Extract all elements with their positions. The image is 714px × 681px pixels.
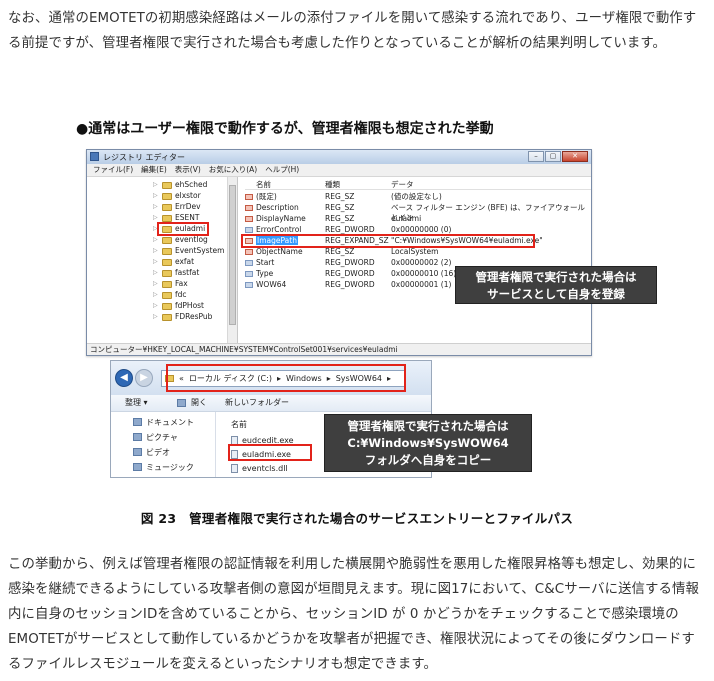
registry-tree: ▷ ehSched ▷ elxstor ▷ ErrDev ▷ ESENT ▷ euladm… (87, 177, 238, 344)
menu-favorites[interactable]: お気に入り(A) (209, 164, 257, 176)
forward-arrow-icon[interactable]: ▶ (135, 369, 153, 387)
binary-value-icon (245, 260, 253, 266)
status-bar: コンピューター¥HKEY_LOCAL_MACHINE¥SYSTEM¥Contro… (87, 343, 591, 355)
section-subheading: ●通常はユーザー権限で動作するが、管理者権限も想定された挙動 (76, 121, 494, 137)
intro-paragraph: なお、通常のEMOTETの初期感染経路はメールの添付ファイルを開いて感染する流れ… (8, 11, 697, 51)
file-highlight-box (228, 444, 312, 461)
pictures-icon (133, 433, 142, 441)
menu-edit[interactable]: 編集(E) (141, 164, 167, 176)
title-bar: レジストリ エディター – ▢ ✕ (87, 150, 591, 165)
callout-text: 管理者権限で実行された場合は (347, 419, 509, 433)
tree-item[interactable]: ▷ Fax (153, 279, 188, 289)
address-highlight-box (166, 364, 406, 392)
values-pane: 名前 種類 データ (既定) REG_SZ (値の設定なし) Description… (241, 177, 591, 344)
figure-caption: 図 23 管理者権限で実行された場合のサービスエントリーとファイルパス (140, 511, 574, 526)
back-arrow-icon[interactable]: ◀ (115, 369, 133, 387)
service-callout: 管理者権限で実行された場合は サービスとして自身を登録 (455, 266, 657, 304)
folder-icon (162, 313, 172, 321)
column-header-name[interactable]: 名前 (231, 418, 247, 430)
open-button[interactable]: 開く (191, 395, 207, 411)
binary-value-icon (245, 282, 253, 288)
window-title: レジストリ エディター (103, 153, 185, 162)
string-value-icon (245, 249, 253, 255)
tree-item[interactable]: ▷ ehSched (153, 180, 207, 190)
videos-icon (133, 448, 142, 456)
tree-item[interactable]: ▷ eventlog (153, 235, 208, 245)
analysis-paragraph: この挙動から、例えば管理者権限の認証情報を利用した横展開や脆弱性を悪用した権限昇… (8, 557, 700, 672)
organize-button[interactable]: 整理 ▾ (125, 395, 148, 411)
folder-icon (162, 214, 172, 222)
tree-item[interactable]: ▷ elxstor (153, 191, 201, 201)
imagepath-highlight-box (241, 234, 535, 248)
regedit-app-icon (90, 152, 99, 161)
tree-item[interactable]: ▷ exfat (153, 257, 194, 267)
nav-item-music[interactable]: ミュージック (133, 461, 194, 473)
file-icon (231, 463, 238, 473)
table-row[interactable]: DisplayName REG_SZ euladmi (245, 214, 591, 224)
tree-scrollbar[interactable] (227, 177, 237, 344)
pane-divider[interactable] (215, 412, 216, 477)
string-value-icon (245, 216, 253, 222)
menu-file[interactable]: ファイル(F) (93, 164, 133, 176)
folder-icon (162, 291, 172, 299)
tree-item[interactable]: ▷ FDResPub (153, 312, 212, 322)
tree-highlight-box (157, 222, 209, 236)
copy-callout: 管理者権限で実行された場合は C:¥Windows¥SysWOW64 フォルダへ… (324, 414, 532, 472)
close-button[interactable]: ✕ (562, 151, 588, 162)
callout-text: C:¥Windows¥SysWOW64 (347, 436, 509, 450)
navigation-pane: ドキュメント ピクチャ ビデオ ミュージック (111, 412, 211, 477)
table-row[interactable]: ObjectName REG_SZ LocalSystem (245, 247, 591, 257)
documents-icon (133, 418, 142, 426)
callout-text: フォルダへ自身をコピー (364, 453, 492, 467)
string-value-icon (245, 194, 253, 200)
tree-item[interactable]: ▷ ErrDev (153, 202, 201, 212)
nav-item-pictures[interactable]: ピクチャ (133, 431, 178, 443)
folder-icon (162, 181, 172, 189)
new-folder-button[interactable]: 新しいフォルダー (225, 395, 289, 411)
nav-item-documents[interactable]: ドキュメント (133, 416, 194, 428)
scrollbar-thumb[interactable] (229, 185, 236, 325)
table-row[interactable]: (既定) REG_SZ (値の設定なし) (245, 192, 591, 202)
folder-icon (162, 269, 172, 277)
folder-icon (162, 302, 172, 310)
tree-item[interactable]: ▷ fdc (153, 290, 187, 300)
string-value-icon (245, 205, 253, 211)
values-header: 名前 種類 データ (245, 179, 591, 190)
maximize-button[interactable]: ▢ (545, 151, 561, 162)
registry-editor-window: レジストリ エディター – ▢ ✕ ファイル(F) 編集(E) 表示(V) お気… (86, 149, 657, 356)
table-row[interactable]: Description REG_SZ ベース フィルター エンジン (BFE) は、… (245, 203, 591, 222)
tree-item[interactable]: ▷ fastfat (153, 268, 199, 278)
column-name[interactable]: 名前 (256, 179, 271, 190)
nav-item-videos[interactable]: ビデオ (133, 446, 170, 458)
folder-icon (162, 192, 172, 200)
folder-icon (162, 236, 172, 244)
column-data[interactable]: データ (391, 179, 414, 190)
music-icon (133, 463, 142, 471)
folder-icon (162, 247, 172, 255)
minimize-button[interactable]: – (528, 151, 544, 162)
list-item[interactable]: eventcls.dll (231, 462, 288, 474)
tree-item[interactable]: ▷ fdPHost (153, 301, 204, 311)
callout-text: サービスとして自身を登録 (487, 287, 625, 301)
callout-text: 管理者権限で実行された場合は (475, 270, 637, 284)
folder-icon (162, 258, 172, 266)
tree-item[interactable]: ▷ EventSystem (153, 246, 224, 256)
menu-view[interactable]: 表示(V) (175, 164, 201, 176)
open-icon (177, 399, 186, 407)
menu-bar: ファイル(F) 編集(E) 表示(V) お気に入り(A) ヘルプ(H) (87, 164, 591, 177)
binary-value-icon (245, 271, 253, 277)
folder-icon (162, 203, 172, 211)
folder-icon (162, 280, 172, 288)
menu-help[interactable]: ヘルプ(H) (265, 164, 299, 176)
binary-value-icon (245, 227, 253, 233)
column-type[interactable]: 種類 (325, 179, 340, 190)
explorer-toolbar: 整理 ▾ 開く 新しいフォルダー (111, 395, 431, 412)
